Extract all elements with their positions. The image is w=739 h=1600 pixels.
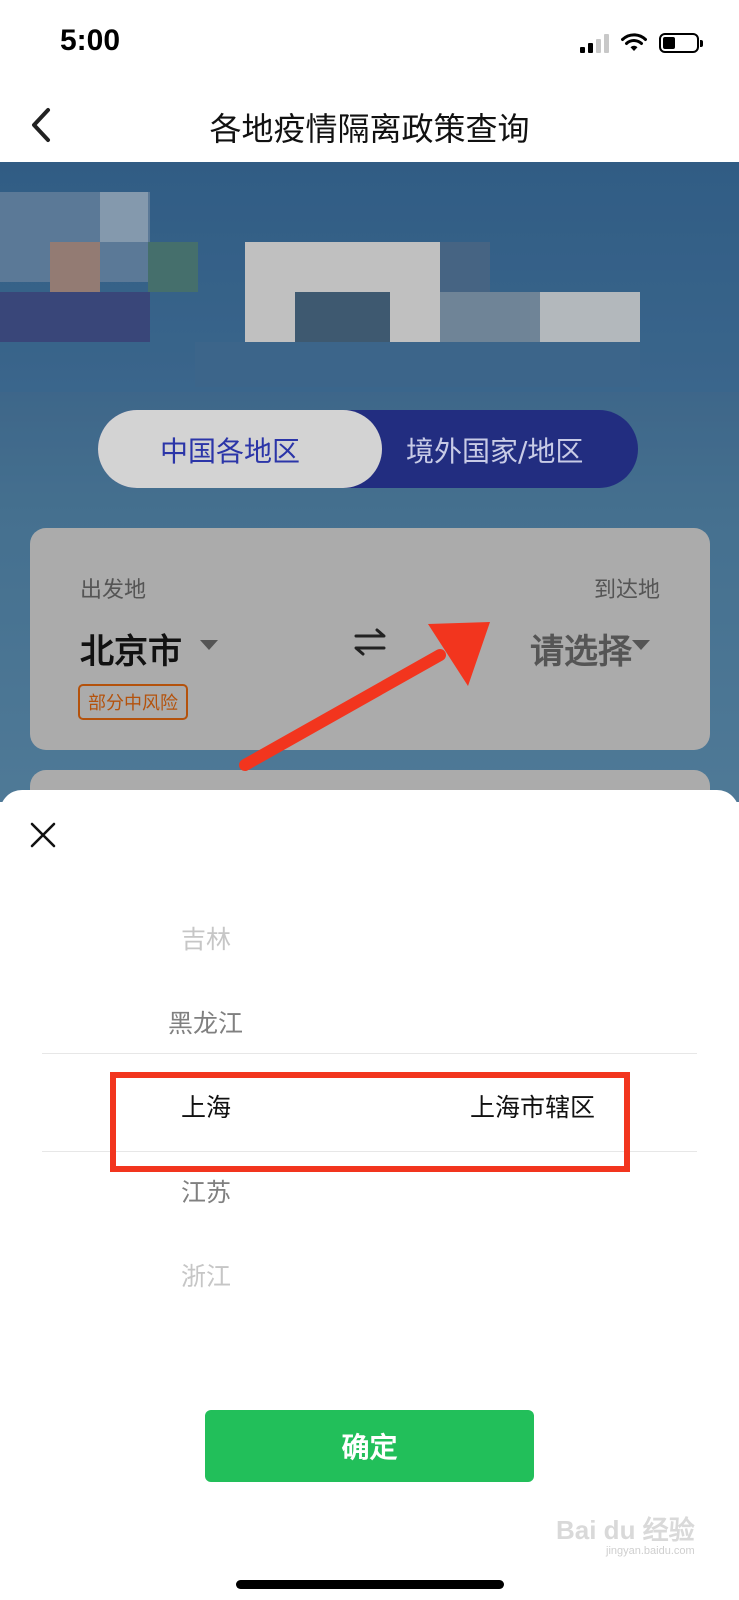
status-bar: 5:00	[0, 0, 739, 90]
arrival-select[interactable]: 请选择	[530, 624, 632, 673]
picker-sheet: 吉林 黑龙江 上海 上海市辖区 江苏 浙江 确定 Bai du 经验 jingy…	[0, 790, 739, 1600]
watermark-brand: Bai du 经验	[556, 1515, 695, 1545]
watermark-url: jingyan.baidu.com	[606, 1545, 695, 1557]
wifi-icon	[621, 33, 647, 51]
risk-badge: 部分中风险	[78, 684, 188, 720]
picker-option[interactable]: 江苏	[181, 1173, 231, 1209]
picker-option[interactable]: 黑龙江	[168, 1004, 243, 1040]
home-indicator[interactable]	[236, 1580, 504, 1589]
departure-caret-icon	[200, 640, 218, 650]
arrival-label: 到达地	[593, 578, 660, 603]
departure-select[interactable]: 北京市	[80, 624, 182, 673]
nav-bar: 各地疫情隔离政策查询	[0, 90, 739, 162]
annotation-highlight-box	[110, 1072, 630, 1172]
tab-china-regions-label[interactable]: 中国各地区	[160, 430, 300, 470]
region-toggle: 中国各地区 境外国家/地区	[98, 410, 638, 488]
route-card: 出发地 到达地 北京市 请选择 部分中风险	[30, 528, 710, 750]
system-icons	[580, 30, 703, 56]
picker-divider	[42, 1053, 697, 1054]
tab-overseas-label[interactable]: 境外国家/地区	[406, 430, 583, 470]
cellular-signal-icon	[580, 33, 609, 53]
close-icon[interactable]	[28, 820, 58, 850]
swap-icon[interactable]	[350, 622, 390, 662]
departure-label: 出发地	[80, 578, 147, 603]
arrival-caret-icon	[632, 640, 650, 650]
picker-option[interactable]: 吉林	[181, 920, 231, 956]
battery-icon	[659, 33, 703, 53]
confirm-button[interactable]: 确定	[205, 1410, 534, 1482]
picker-option[interactable]: 浙江	[181, 1257, 231, 1293]
baidu-watermark: Bai du 经验 jingyan.baidu.com	[556, 1510, 695, 1557]
page-title: 各地疫情隔离政策查询	[209, 110, 530, 148]
status-time: 5:00	[60, 24, 121, 57]
